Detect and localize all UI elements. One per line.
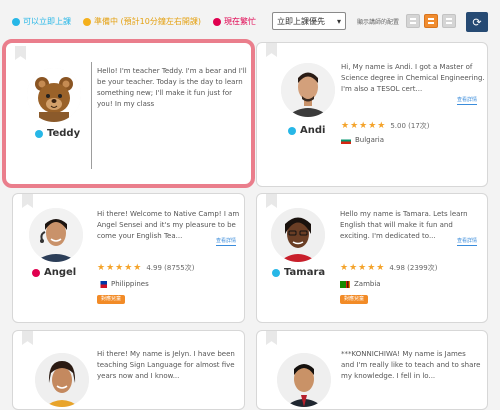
- legend-label: 現在繁忙: [223, 17, 256, 26]
- rating-value: 4.99 (8755次): [146, 264, 195, 272]
- bookmark-icon[interactable]: [266, 43, 277, 57]
- top-bar: 可以立即上課 準備中 (預計10分鐘左右開課) 現在繁忙 立即上課優先 ▾ 顯示…: [0, 0, 500, 36]
- avatar: [29, 208, 83, 262]
- country: Bulgaria: [341, 136, 384, 144]
- legend-item-preparing: 準備中 (預計10分鐘左右開課): [83, 16, 201, 27]
- layout-two-column-button[interactable]: [424, 14, 438, 28]
- philippines-flag-icon: [97, 280, 107, 288]
- more-details-link[interactable]: 查看詳情: [216, 238, 237, 246]
- preparing-dot-icon: [83, 17, 91, 26]
- sort-select[interactable]: 立即上課優先 ▾: [272, 12, 346, 30]
- teacher-card[interactable]: Andi Hi, My name is Andi. I got a Master…: [256, 42, 488, 187]
- teacher-name[interactable]: Teddy: [35, 128, 80, 139]
- avatar: [27, 68, 81, 122]
- zambia-flag-icon: [340, 280, 350, 288]
- status-dot-icon: [32, 268, 40, 277]
- busy-dot-icon: [212, 17, 221, 26]
- legend-item-available: 可以立即上課: [12, 16, 71, 27]
- bookmark-icon[interactable]: [22, 331, 33, 345]
- layout-three-column-button[interactable]: [442, 14, 456, 28]
- legend-label: 可以立即上課: [23, 17, 71, 26]
- country: Zambia: [340, 280, 381, 288]
- kids-tag: 對應兒童: [97, 295, 126, 304]
- avatar: [35, 353, 89, 407]
- bookmark-icon[interactable]: [266, 331, 277, 345]
- rating-value: 5.00 (17次): [390, 122, 430, 130]
- teacher-name[interactable]: Angel: [32, 267, 76, 278]
- teacher-card[interactable]: Tamara Hello my name is Tamara. Lets lea…: [256, 193, 488, 323]
- rating-stars-icon: ★★★★★: [341, 121, 387, 131]
- teacher-intro: Hi, My name is Andi. I got a Master of S…: [341, 63, 485, 93]
- chevron-down-icon: ▾: [336, 16, 341, 26]
- avatar: [277, 353, 331, 407]
- status-dot-icon: [35, 129, 43, 138]
- refresh-button[interactable]: ⟳: [466, 12, 488, 32]
- status-dot-icon: [272, 268, 280, 277]
- rating-stars-icon: ★★★★★: [340, 263, 386, 273]
- status-legend: 可以立即上課 準備中 (預計10分鐘左右開課) 現在繁忙: [12, 16, 256, 27]
- avatar: [271, 208, 325, 262]
- teacher-intro: Hi there! My name is Jelyn. I have been …: [97, 350, 235, 380]
- sort-select-value: 立即上課優先: [277, 16, 325, 26]
- kids-tag: 對應兒童: [340, 295, 369, 304]
- avatar: [281, 63, 335, 117]
- teacher-name[interactable]: Tamara: [272, 267, 325, 278]
- teacher-intro: ***KONNICHIWA! My name is James and I'm …: [341, 350, 481, 380]
- teacher-card[interactable]: Angel Hi there! Welcome to Native Camp! …: [12, 193, 245, 323]
- rating: ★★★★★ 4.99 (8755次): [97, 263, 194, 273]
- country: Philippines: [97, 280, 149, 288]
- teacher-name[interactable]: Andi: [288, 125, 325, 136]
- rating-stars-icon: ★★★★★: [97, 263, 143, 273]
- rating-value: 4.98 (2399次): [389, 264, 438, 272]
- rating: ★★★★★ 4.98 (2399次): [340, 263, 437, 273]
- teacher-card[interactable]: Teddy Hello! I'm teacher Teddy. I'm a be…: [2, 39, 255, 188]
- teacher-intro: Hello! I'm teacher Teddy. I'm a bear and…: [97, 67, 247, 108]
- divider: [91, 62, 92, 169]
- layout-one-column-button[interactable]: [406, 14, 420, 28]
- legend-item-busy: 現在繁忙: [212, 16, 256, 27]
- bulgaria-flag-icon: [341, 136, 351, 144]
- status-dot-icon: [288, 126, 296, 135]
- more-details-link[interactable]: 查看詳情: [457, 97, 478, 105]
- legend-label: 準備中 (預計10分鐘左右開課): [94, 17, 201, 26]
- more-details-link[interactable]: 查看詳情: [457, 238, 478, 246]
- refresh-icon: ⟳: [472, 15, 482, 29]
- teacher-card[interactable]: Hi there! My name is Jelyn. I have been …: [12, 330, 245, 410]
- bookmark-icon[interactable]: [22, 194, 33, 208]
- teacher-card[interactable]: ***KONNICHIWA! My name is James and I'm …: [256, 330, 488, 410]
- bookmark-icon[interactable]: [266, 194, 277, 208]
- bookmark-icon[interactable]: [15, 46, 26, 60]
- rating: ★★★★★ 5.00 (17次): [341, 121, 430, 131]
- view-layout-label: 顯示講師的配置: [357, 19, 400, 26]
- available-dot-icon: [12, 17, 20, 26]
